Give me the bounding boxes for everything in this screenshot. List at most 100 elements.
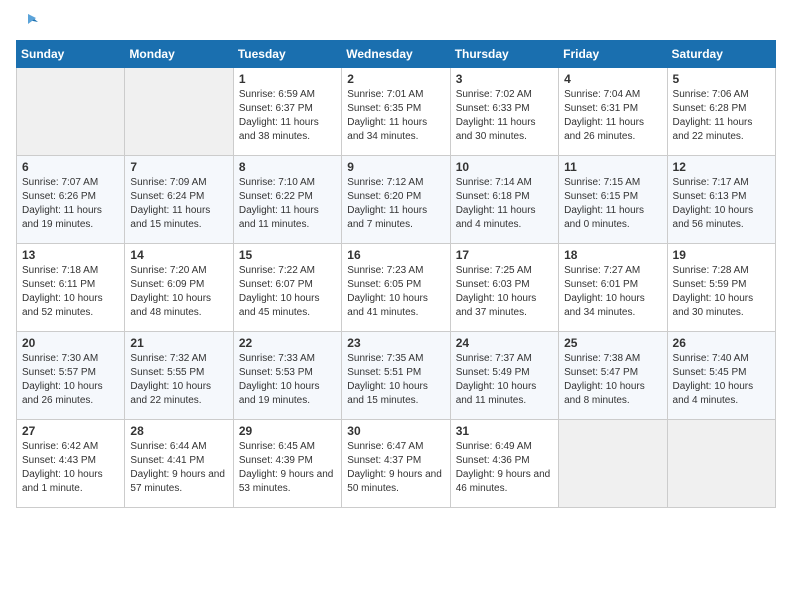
day-info: Sunrise: 7:38 AM Sunset: 5:47 PM Dayligh… [564, 352, 661, 408]
day-number: 3 [456, 72, 553, 86]
calendar-cell: 28 Sunrise: 6:44 AM Sunset: 4:41 PM Dayli… [125, 420, 233, 508]
day-info: Sunrise: 7:04 AM Sunset: 6:31 PM Dayligh… [564, 88, 661, 144]
calendar-cell [125, 68, 233, 156]
day-info: Sunrise: 7:12 AM Sunset: 6:20 PM Dayligh… [347, 176, 444, 232]
calendar-cell: 5 Sunrise: 7:06 AM Sunset: 6:28 PM Daylig… [667, 68, 775, 156]
calendar-cell: 29 Sunrise: 6:45 AM Sunset: 4:39 PM Dayli… [233, 420, 341, 508]
weekday-header-thursday: Thursday [450, 41, 558, 68]
day-info: Sunrise: 6:44 AM Sunset: 4:41 PM Dayligh… [130, 440, 227, 496]
calendar-cell: 14 Sunrise: 7:20 AM Sunset: 6:09 PM Dayli… [125, 244, 233, 332]
day-info: Sunrise: 6:59 AM Sunset: 6:37 PM Dayligh… [239, 88, 336, 144]
day-number: 14 [130, 248, 227, 262]
calendar-cell: 27 Sunrise: 6:42 AM Sunset: 4:43 PM Dayli… [17, 420, 125, 508]
page-header [16, 16, 776, 32]
day-number: 12 [673, 160, 770, 174]
calendar-cell: 20 Sunrise: 7:30 AM Sunset: 5:57 PM Dayli… [17, 332, 125, 420]
day-info: Sunrise: 7:37 AM Sunset: 5:49 PM Dayligh… [456, 352, 553, 408]
calendar-cell: 22 Sunrise: 7:33 AM Sunset: 5:53 PM Dayli… [233, 332, 341, 420]
day-info: Sunrise: 7:28 AM Sunset: 5:59 PM Dayligh… [673, 264, 770, 320]
day-number: 20 [22, 336, 119, 350]
calendar-cell: 2 Sunrise: 7:01 AM Sunset: 6:35 PM Daylig… [342, 68, 450, 156]
day-info: Sunrise: 7:30 AM Sunset: 5:57 PM Dayligh… [22, 352, 119, 408]
day-number: 30 [347, 424, 444, 438]
calendar-cell: 23 Sunrise: 7:35 AM Sunset: 5:51 PM Dayli… [342, 332, 450, 420]
day-info: Sunrise: 7:15 AM Sunset: 6:15 PM Dayligh… [564, 176, 661, 232]
day-info: Sunrise: 7:06 AM Sunset: 6:28 PM Dayligh… [673, 88, 770, 144]
calendar-table: SundayMondayTuesdayWednesdayThursdayFrid… [16, 40, 776, 508]
day-info: Sunrise: 7:25 AM Sunset: 6:03 PM Dayligh… [456, 264, 553, 320]
calendar-cell: 3 Sunrise: 7:02 AM Sunset: 6:33 PM Daylig… [450, 68, 558, 156]
day-info: Sunrise: 7:20 AM Sunset: 6:09 PM Dayligh… [130, 264, 227, 320]
weekday-header-tuesday: Tuesday [233, 41, 341, 68]
calendar-cell [559, 420, 667, 508]
day-number: 31 [456, 424, 553, 438]
day-number: 17 [456, 248, 553, 262]
day-number: 11 [564, 160, 661, 174]
day-info: Sunrise: 7:02 AM Sunset: 6:33 PM Dayligh… [456, 88, 553, 144]
weekday-header-monday: Monday [125, 41, 233, 68]
calendar-cell: 4 Sunrise: 7:04 AM Sunset: 6:31 PM Daylig… [559, 68, 667, 156]
calendar-cell: 30 Sunrise: 6:47 AM Sunset: 4:37 PM Dayli… [342, 420, 450, 508]
calendar-cell: 9 Sunrise: 7:12 AM Sunset: 6:20 PM Daylig… [342, 156, 450, 244]
calendar-cell [17, 68, 125, 156]
day-info: Sunrise: 7:40 AM Sunset: 5:45 PM Dayligh… [673, 352, 770, 408]
day-number: 19 [673, 248, 770, 262]
day-number: 25 [564, 336, 661, 350]
calendar-cell: 10 Sunrise: 7:14 AM Sunset: 6:18 PM Dayli… [450, 156, 558, 244]
day-number: 6 [22, 160, 119, 174]
day-info: Sunrise: 7:23 AM Sunset: 6:05 PM Dayligh… [347, 264, 444, 320]
day-info: Sunrise: 7:14 AM Sunset: 6:18 PM Dayligh… [456, 176, 553, 232]
calendar-cell: 11 Sunrise: 7:15 AM Sunset: 6:15 PM Dayli… [559, 156, 667, 244]
logo-bird-icon [18, 12, 38, 32]
day-info: Sunrise: 6:42 AM Sunset: 4:43 PM Dayligh… [22, 440, 119, 496]
calendar-cell: 26 Sunrise: 7:40 AM Sunset: 5:45 PM Dayli… [667, 332, 775, 420]
day-number: 5 [673, 72, 770, 86]
day-info: Sunrise: 7:18 AM Sunset: 6:11 PM Dayligh… [22, 264, 119, 320]
day-number: 16 [347, 248, 444, 262]
logo [16, 16, 38, 32]
day-info: Sunrise: 6:47 AM Sunset: 4:37 PM Dayligh… [347, 440, 444, 496]
day-number: 7 [130, 160, 227, 174]
day-info: Sunrise: 7:22 AM Sunset: 6:07 PM Dayligh… [239, 264, 336, 320]
day-number: 18 [564, 248, 661, 262]
weekday-header-friday: Friday [559, 41, 667, 68]
day-number: 29 [239, 424, 336, 438]
day-number: 23 [347, 336, 444, 350]
weekday-header-sunday: Sunday [17, 41, 125, 68]
day-number: 2 [347, 72, 444, 86]
day-number: 1 [239, 72, 336, 86]
day-number: 26 [673, 336, 770, 350]
weekday-header-saturday: Saturday [667, 41, 775, 68]
weekday-header-wednesday: Wednesday [342, 41, 450, 68]
day-number: 28 [130, 424, 227, 438]
day-number: 24 [456, 336, 553, 350]
day-number: 9 [347, 160, 444, 174]
day-number: 27 [22, 424, 119, 438]
day-number: 4 [564, 72, 661, 86]
calendar-cell: 18 Sunrise: 7:27 AM Sunset: 6:01 PM Dayli… [559, 244, 667, 332]
calendar-cell: 8 Sunrise: 7:10 AM Sunset: 6:22 PM Daylig… [233, 156, 341, 244]
calendar-cell: 17 Sunrise: 7:25 AM Sunset: 6:03 PM Dayli… [450, 244, 558, 332]
day-number: 10 [456, 160, 553, 174]
calendar-cell: 16 Sunrise: 7:23 AM Sunset: 6:05 PM Dayli… [342, 244, 450, 332]
day-info: Sunrise: 7:01 AM Sunset: 6:35 PM Dayligh… [347, 88, 444, 144]
day-info: Sunrise: 7:09 AM Sunset: 6:24 PM Dayligh… [130, 176, 227, 232]
day-number: 8 [239, 160, 336, 174]
day-number: 22 [239, 336, 336, 350]
calendar-cell: 24 Sunrise: 7:37 AM Sunset: 5:49 PM Dayli… [450, 332, 558, 420]
calendar-cell: 21 Sunrise: 7:32 AM Sunset: 5:55 PM Dayli… [125, 332, 233, 420]
calendar-cell: 1 Sunrise: 6:59 AM Sunset: 6:37 PM Daylig… [233, 68, 341, 156]
day-number: 21 [130, 336, 227, 350]
day-info: Sunrise: 7:27 AM Sunset: 6:01 PM Dayligh… [564, 264, 661, 320]
day-info: Sunrise: 7:35 AM Sunset: 5:51 PM Dayligh… [347, 352, 444, 408]
day-info: Sunrise: 7:07 AM Sunset: 6:26 PM Dayligh… [22, 176, 119, 232]
calendar-cell: 7 Sunrise: 7:09 AM Sunset: 6:24 PM Daylig… [125, 156, 233, 244]
calendar-cell: 31Sunrise: 6:49 AM Sunset: 4:36 PM Dayli… [450, 420, 558, 508]
day-info: Sunrise: 7:33 AM Sunset: 5:53 PM Dayligh… [239, 352, 336, 408]
day-info: Sunrise: 7:32 AM Sunset: 5:55 PM Dayligh… [130, 352, 227, 408]
calendar-cell [667, 420, 775, 508]
day-info: Sunrise: 6:45 AM Sunset: 4:39 PM Dayligh… [239, 440, 336, 496]
day-info: Sunrise: 7:10 AM Sunset: 6:22 PM Dayligh… [239, 176, 336, 232]
calendar-cell: 15Sunrise: 7:22 AM Sunset: 6:07 PM Dayli… [233, 244, 341, 332]
calendar-cell: 19 Sunrise: 7:28 AM Sunset: 5:59 PM Dayli… [667, 244, 775, 332]
